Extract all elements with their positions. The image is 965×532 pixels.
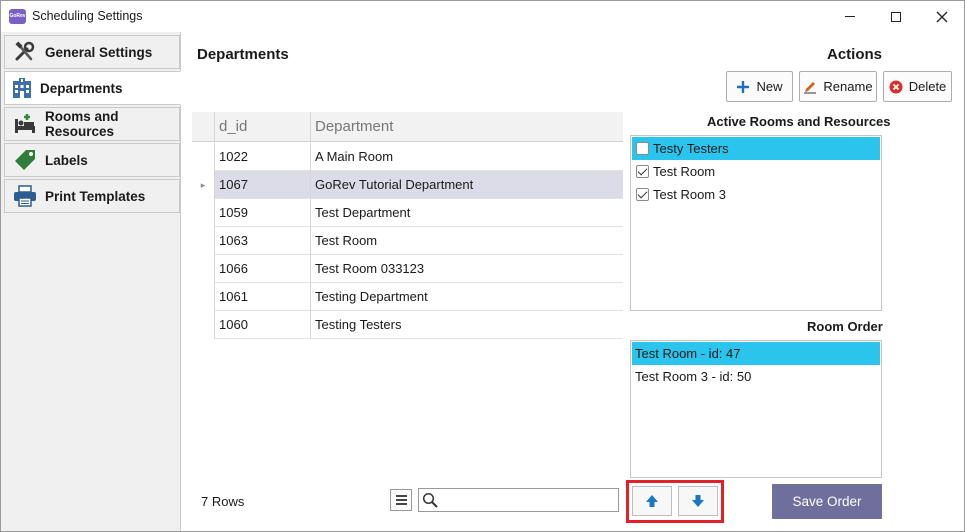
tools-icon xyxy=(13,41,37,63)
row-indicator xyxy=(192,283,214,311)
sidebar-item-label: General Settings xyxy=(45,44,153,60)
maximize-icon xyxy=(891,11,901,22)
rename-button[interactable]: Rename xyxy=(799,71,877,102)
move-down-button[interactable] xyxy=(678,486,718,516)
table-row[interactable]: ▸ 1067 GoRev Tutorial Department xyxy=(192,171,623,199)
column-header-department[interactable]: Department xyxy=(310,112,623,142)
table-row[interactable]: 1066 Test Room 033123 xyxy=(192,255,623,283)
sidebar-item-label: Rooms and Resources xyxy=(45,109,119,139)
room-checkbox[interactable] xyxy=(636,142,649,155)
menu-icon xyxy=(395,495,407,497)
arrow-up-icon xyxy=(646,495,658,507)
table-row[interactable]: 1061 Testing Department xyxy=(192,283,623,311)
sidebar-item-general-settings[interactable]: General Settings xyxy=(4,35,180,69)
delete-button[interactable]: Delete xyxy=(883,71,952,102)
room-checkbox[interactable] xyxy=(636,188,649,201)
rows-count: 7 Rows xyxy=(201,494,245,509)
title-bar: GoRev Scheduling Settings xyxy=(1,1,964,32)
new-button-label: New xyxy=(756,79,783,94)
cell-d-id: 1063 xyxy=(214,227,310,255)
list-item[interactable]: Test Room xyxy=(632,160,880,183)
row-indicator xyxy=(192,143,214,171)
pencil-icon xyxy=(803,80,817,94)
minimize-icon xyxy=(845,16,855,17)
cell-department: Test Room 033123 xyxy=(310,255,623,283)
room-order-title: Room Order xyxy=(807,319,883,334)
window-title: Scheduling Settings xyxy=(32,9,143,23)
minimize-button[interactable] xyxy=(827,1,873,32)
maximize-button[interactable] xyxy=(873,1,919,32)
reorder-buttons-group xyxy=(626,480,724,523)
sidebar-item-rooms-and-resources[interactable]: Rooms and Resources xyxy=(4,107,180,141)
save-order-button[interactable]: Save Order xyxy=(772,484,882,519)
departments-grid: d_id Department 1022 A Main Room ▸ 1067 … xyxy=(192,112,623,339)
sidebar-item-departments[interactable]: Departments xyxy=(4,71,181,105)
cell-department: Testing Department xyxy=(310,283,623,311)
menu-icon-line xyxy=(395,499,407,501)
delete-button-label: Delete xyxy=(908,79,947,94)
main-content: Departments Actions New Rename Delete d_… xyxy=(182,32,964,531)
list-item-label: Test Room 3 xyxy=(653,187,726,202)
cell-d-id: 1060 xyxy=(214,311,310,339)
close-icon xyxy=(936,11,948,22)
list-item[interactable]: Test Room - id: 47 xyxy=(632,342,880,365)
page-title: Departments xyxy=(197,46,289,63)
room-checkbox[interactable] xyxy=(636,165,649,178)
sidebar-item-label: Departments xyxy=(40,80,123,96)
cell-department: GoRev Tutorial Department xyxy=(310,171,623,199)
close-button[interactable] xyxy=(919,1,965,32)
scheduling-settings-window: GoRev Scheduling Settings General Settin… xyxy=(0,0,965,532)
cell-department: A Main Room xyxy=(310,143,623,171)
list-item[interactable]: Test Room 3 xyxy=(632,183,880,206)
plus-icon xyxy=(736,80,750,94)
list-item-label: Test Room xyxy=(653,164,716,179)
arrow-down-icon xyxy=(692,495,704,507)
room-order-list: Test Room - id: 47 Test Room 3 - id: 50 xyxy=(630,340,882,478)
row-indicator xyxy=(192,311,214,339)
column-header-d-id[interactable]: d_id xyxy=(214,112,310,142)
cell-d-id: 1067 xyxy=(214,171,310,199)
sidebar-item-label: Labels xyxy=(45,152,88,168)
row-indicator xyxy=(192,255,214,283)
table-row[interactable]: 1022 A Main Room xyxy=(192,143,623,171)
row-indicator: ▸ xyxy=(192,171,214,199)
row-indicator xyxy=(192,227,214,255)
search-input[interactable] xyxy=(441,491,611,509)
table-row[interactable]: 1059 Test Department xyxy=(192,199,623,227)
list-item[interactable]: Test Room 3 - id: 50 xyxy=(632,365,880,388)
sidebar-item-label: Print Templates xyxy=(45,188,146,204)
cell-department: Test Department xyxy=(310,199,623,227)
grid-menu-button[interactable] xyxy=(390,489,412,511)
sidebar: General Settings Departments Rooms and R… xyxy=(1,32,181,531)
delete-circle-icon xyxy=(889,80,903,94)
row-indicator xyxy=(192,199,214,227)
active-rooms-list: Testy Testers Test Room Test Room 3 xyxy=(630,135,882,311)
search-box xyxy=(418,488,619,512)
search-icon xyxy=(422,492,438,511)
sidebar-item-print-templates[interactable]: Print Templates xyxy=(4,179,180,213)
list-item-label: Testy Testers xyxy=(653,141,729,156)
printer-icon xyxy=(13,185,37,207)
cell-d-id: 1061 xyxy=(214,283,310,311)
building-icon xyxy=(10,77,34,99)
list-item[interactable]: Testy Testers xyxy=(632,137,880,160)
grid-header: d_id Department xyxy=(192,112,623,142)
cell-department: Test Room xyxy=(310,227,623,255)
cell-department: Testing Testers xyxy=(310,311,623,339)
new-button[interactable]: New xyxy=(726,71,793,102)
tag-icon xyxy=(13,149,37,171)
app-icon: GoRev xyxy=(9,9,26,24)
bed-icon xyxy=(13,113,37,135)
cell-d-id: 1059 xyxy=(214,199,310,227)
sidebar-item-labels[interactable]: Labels xyxy=(4,143,180,177)
cell-d-id: 1066 xyxy=(214,255,310,283)
cell-d-id: 1022 xyxy=(214,143,310,171)
active-rooms-title: Active Rooms and Resources xyxy=(707,114,891,129)
actions-title: Actions xyxy=(827,46,883,63)
table-row[interactable]: 1060 Testing Testers xyxy=(192,311,623,339)
rename-button-label: Rename xyxy=(823,79,873,94)
table-row[interactable]: 1063 Test Room xyxy=(192,227,623,255)
menu-icon-line xyxy=(395,503,407,505)
move-up-button[interactable] xyxy=(632,486,672,516)
